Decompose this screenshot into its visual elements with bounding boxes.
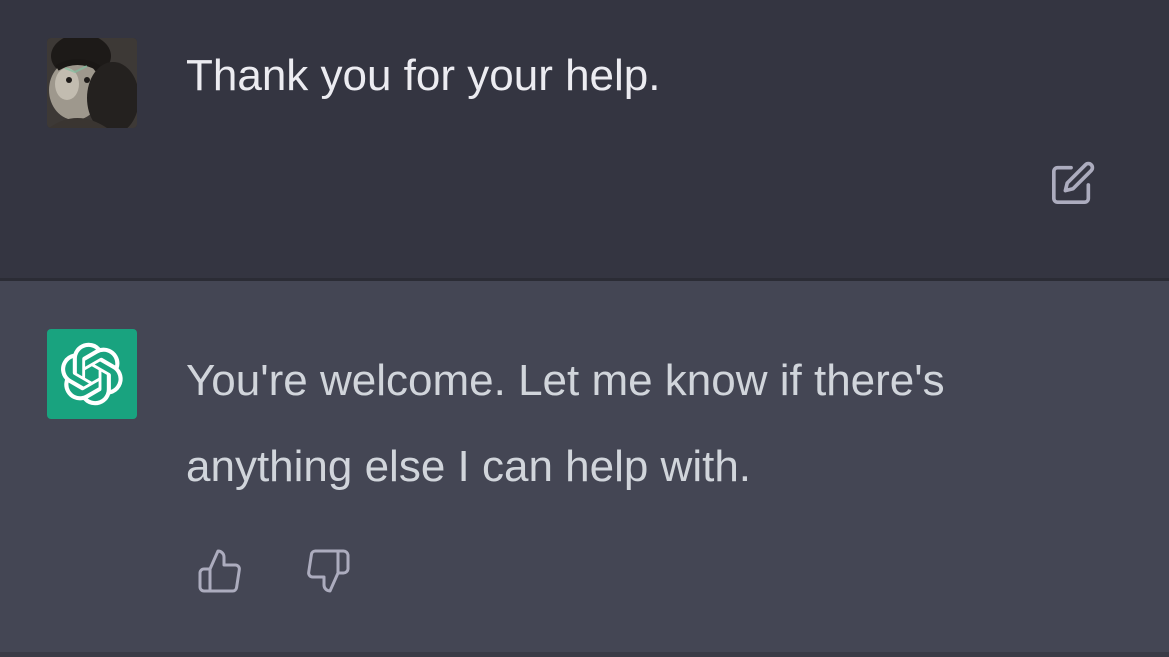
user-avatar xyxy=(47,38,137,128)
thumbs-up-icon xyxy=(198,549,241,593)
thumbs-down-icon xyxy=(307,549,350,593)
assistant-avatar xyxy=(47,329,137,419)
user-photo-avatar xyxy=(47,38,137,128)
openai-logo-icon xyxy=(61,342,123,406)
assistant-message-text: You're welcome. Let me know if there's a… xyxy=(186,356,945,491)
thumbs-down-button[interactable] xyxy=(300,543,356,599)
chat-thread: Thank you for your help. You're welcome.… xyxy=(0,0,1169,657)
assistant-message: You're welcome. Let me know if there's a… xyxy=(0,281,1169,652)
edit-icon xyxy=(1052,161,1095,204)
user-message-text: Thank you for your help. xyxy=(186,51,661,100)
bottom-edge xyxy=(0,652,1169,657)
thumbs-up-button[interactable] xyxy=(192,543,248,599)
user-message: Thank you for your help. xyxy=(0,0,1169,278)
edit-message-button[interactable] xyxy=(1046,156,1100,210)
